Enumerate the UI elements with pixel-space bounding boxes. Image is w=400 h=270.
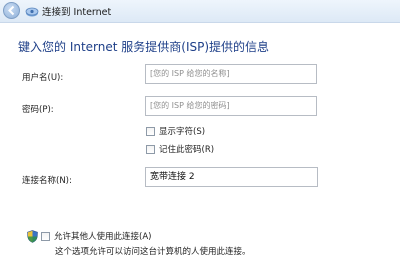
connection-name-value: 宽带连接 2: [150, 172, 195, 182]
connection-name-label: 连接名称(N):: [22, 176, 72, 186]
password-placeholder: [您的 ISP 给您的密码]: [150, 101, 230, 110]
title-bar: 连接到 Internet: [0, 0, 400, 23]
connection-name-input[interactable]: 宽带连接 2: [145, 167, 318, 187]
allow-others-description: 这个选项允许可以访问这台计算机的人使用此连接。: [55, 247, 251, 257]
remember-password-option[interactable]: 记住此密码(R): [146, 143, 214, 155]
remember-password-label: 记住此密码(R): [159, 145, 215, 155]
back-button[interactable]: [3, 2, 20, 19]
network-connection-icon: [25, 7, 39, 17]
show-characters-option[interactable]: 显示字符(S): [146, 125, 205, 137]
username-placeholder: [您的 ISP 给您的名称]: [150, 69, 230, 78]
allow-others-checkbox[interactable]: [41, 231, 50, 241]
allow-others-option[interactable]: 允许其他人使用此连接(A): [41, 230, 151, 242]
username-input[interactable]: [您的 ISP 给您的名称]: [145, 64, 317, 84]
show-characters-label: 显示字符(S): [159, 127, 206, 137]
back-arrow-icon: [8, 5, 15, 16]
show-characters-checkbox[interactable]: [146, 126, 155, 136]
allow-others-label: 允许其他人使用此连接(A): [54, 232, 152, 242]
password-input[interactable]: [您的 ISP 给您的密码]: [145, 96, 317, 116]
uac-shield-icon: [27, 230, 38, 243]
window-title: 连接到 Internet: [42, 7, 112, 18]
remember-password-checkbox[interactable]: [146, 144, 155, 154]
username-label: 用户名(U):: [22, 73, 64, 83]
password-label: 密码(P):: [22, 105, 54, 115]
page-heading: 键入您的 Internet 服务提供商(ISP)提供的信息: [18, 40, 270, 54]
